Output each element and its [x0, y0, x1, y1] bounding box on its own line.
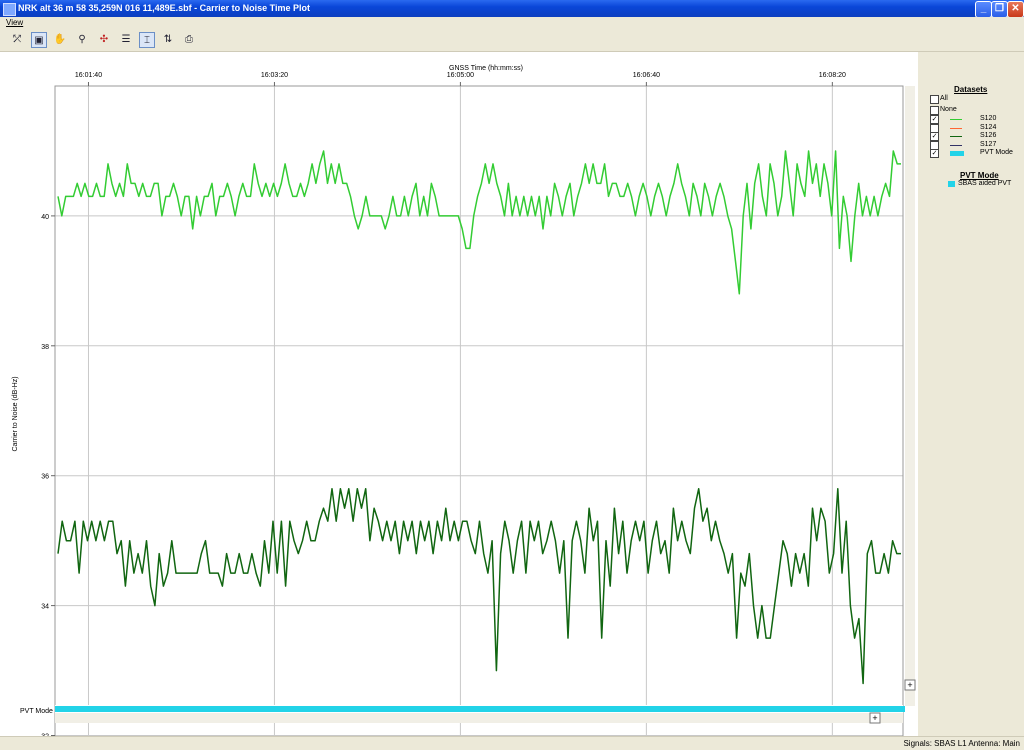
print-button[interactable]: ⎙	[181, 32, 197, 48]
legend-label: S127	[980, 141, 997, 148]
legend-label: S126	[980, 132, 997, 139]
select-tool-button[interactable]: ⤱	[9, 32, 25, 48]
legend-label: S124	[980, 124, 997, 131]
pan-tool-button[interactable]: ✋	[52, 32, 68, 48]
swap-axes-button[interactable]: ⇅	[160, 32, 176, 48]
all-checkbox[interactable]	[930, 95, 939, 104]
y-tick-label: 40	[41, 214, 49, 221]
x-tick-label: 16:06:40	[633, 72, 660, 79]
measure-icon: ⚲	[78, 34, 86, 45]
sbas-aided-swatch	[948, 181, 955, 187]
pvt-mode-title: PVT Mode	[960, 171, 999, 180]
swap-axes-icon: ⇅	[163, 34, 173, 45]
y-tick-label: 38	[41, 344, 49, 351]
vertical-scale-button[interactable]: ⌶	[139, 32, 155, 48]
x-tick-label: 16:01:40	[75, 72, 102, 79]
s120-swatch	[950, 119, 962, 120]
fit-all-button[interactable]: ✣	[96, 32, 112, 48]
print-icon: ⎙	[185, 34, 193, 45]
legend-item-none[interactable]: None	[930, 106, 1022, 115]
menu-view[interactable]: View	[6, 18, 23, 27]
s124-swatch	[950, 128, 962, 129]
hand-pan-icon: ✋	[53, 34, 67, 45]
y-tick-label: 34	[41, 604, 49, 611]
legend-item-all[interactable]: All	[930, 95, 1022, 104]
vertical-scrollbar[interactable]	[905, 86, 915, 706]
plus-icon: +	[872, 713, 877, 723]
legend-label: PVT Mode	[980, 149, 1013, 156]
app-icon	[3, 3, 16, 16]
horizontal-scale-button[interactable]: ☰	[118, 32, 134, 48]
measure-tool-button[interactable]: ⚲	[74, 32, 90, 48]
select-icon: ⤱	[13, 34, 21, 45]
horizontal-scale-icon: ☰	[121, 34, 131, 45]
x-axis-label: GNSS Time (hh:mm:ss)	[449, 65, 523, 72]
datasets-title: Datasets	[954, 85, 988, 94]
window-titlebar[interactable]: NRK alt 36 m 58 35,259N 016 11,489E.sbf …	[0, 0, 1024, 18]
pvt-mode-band	[55, 706, 905, 712]
fit-all-icon: ✣	[99, 34, 109, 45]
vertical-scale-icon: ⌶	[144, 35, 150, 46]
legend-item-s126[interactable]: ✓ S126	[930, 132, 1022, 141]
legend-label: S120	[980, 115, 997, 122]
s126-swatch	[950, 136, 962, 137]
toolbar: ⤱ ▣ ✋ ⚲ ✣ ☰ ⌶ ⇅ ⎙	[0, 29, 1024, 52]
s126-checkbox[interactable]: ✓	[930, 132, 939, 141]
y-axis-label: Carrier to Noise (dB-Hz)	[12, 376, 19, 451]
legend-item-pvt-mode[interactable]: ✓ PVT Mode	[930, 149, 1022, 158]
x-tick-label: 16:08:20	[819, 72, 846, 79]
status-bar: Signals: SBAS L1 Antenna: Main	[0, 736, 1024, 750]
legend-label: SBAS aided PVT	[958, 180, 1012, 187]
cn0-time-plot[interactable]: 16:01:40 16:03:20 16:05:00 16:06:40 16:08:20…	[0, 52, 918, 736]
x-tick-label: 16:03:20	[261, 72, 288, 79]
window-title: NRK alt 36 m 58 35,259N 016 11,489E.sbf …	[18, 3, 310, 13]
legend-label: None	[940, 106, 957, 113]
menu-bar: View	[0, 17, 1024, 29]
restore-button[interactable]: ❐	[991, 1, 1008, 18]
minimize-button[interactable]: _	[975, 1, 992, 18]
y-tick-label: 36	[41, 474, 49, 481]
legend-panel: Datasets All None ✓ S120 S124 ✓ S126 S12…	[918, 52, 1024, 736]
s127-swatch	[950, 145, 962, 146]
x-tick-label: 16:05:00	[447, 72, 474, 79]
none-checkbox[interactable]	[930, 106, 939, 115]
plus-icon: +	[907, 680, 912, 690]
pvt-mode-swatch	[950, 151, 964, 156]
zoom-box-icon: ▣	[34, 35, 44, 46]
pvt-mode-checkbox[interactable]: ✓	[930, 149, 939, 158]
pvt-legend-item: SBAS aided PVT	[948, 180, 1024, 189]
plot-area[interactable]: 16:01:40 16:03:20 16:05:00 16:06:40 16:08:20…	[0, 52, 918, 736]
s120-checkbox[interactable]: ✓	[930, 115, 939, 124]
zoom-box-button[interactable]: ▣	[31, 32, 47, 48]
close-button[interactable]: ✕	[1007, 1, 1024, 18]
status-text: Signals: SBAS L1 Antenna: Main	[903, 739, 1020, 748]
pvt-mode-axis-label: PVT Mode	[20, 708, 53, 715]
horizontal-scrollbar[interactable]	[55, 713, 903, 723]
legend-item-s120[interactable]: ✓ S120	[930, 115, 1022, 124]
plot-background	[0, 52, 918, 736]
legend-label: All	[940, 95, 948, 102]
